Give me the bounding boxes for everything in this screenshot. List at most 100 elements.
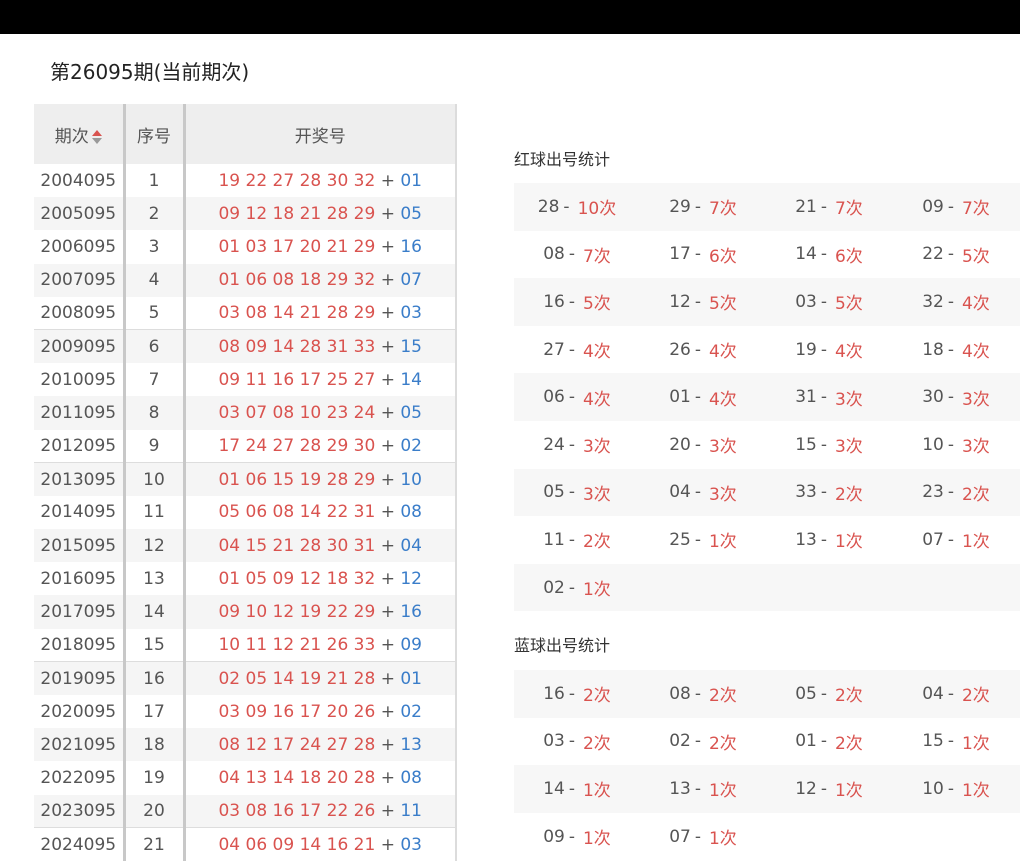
index-cell: 11 bbox=[122, 495, 186, 530]
stat-item: 04-3次 bbox=[640, 468, 766, 517]
occurrence-count: 3次 bbox=[582, 437, 611, 458]
red-balls: 01 06 08 18 29 32 bbox=[218, 270, 376, 291]
numbers-cell: 03 07 08 10 23 24 + 05 bbox=[184, 396, 457, 430]
period-cell: 2012095 bbox=[40, 435, 117, 456]
ball-number: 09 bbox=[922, 196, 944, 217]
index-cell: 15 bbox=[122, 628, 186, 662]
separator: - bbox=[568, 731, 575, 752]
occurrence-count: 5次 bbox=[961, 246, 990, 267]
occurrence-count: 3次 bbox=[834, 437, 863, 458]
stat-item: 23-2次 bbox=[892, 468, 1020, 517]
plus-sign: + bbox=[380, 402, 395, 423]
blue-ball: 02 bbox=[400, 701, 422, 722]
stat-item: 10-3次 bbox=[892, 421, 1020, 469]
occurrence-count: 2次 bbox=[961, 484, 990, 505]
blue-ball: 01 bbox=[400, 170, 422, 191]
red-balls: 09 11 16 17 25 27 bbox=[218, 369, 376, 390]
occurrence-count: 1次 bbox=[582, 781, 611, 802]
separator: - bbox=[568, 291, 575, 312]
red-balls: 02 05 14 19 21 28 bbox=[218, 668, 376, 689]
sort-arrows-icon[interactable] bbox=[91, 129, 102, 144]
red-balls: 01 06 15 19 28 29 bbox=[218, 469, 376, 490]
period-column-header[interactable]: 期次 bbox=[34, 104, 124, 164]
draw-history-table: 期次 序号 开奖号 2004095 1 19 22 27 28 30 32 + 01… bbox=[34, 104, 457, 861]
stat-item: 14-1次 bbox=[514, 765, 640, 813]
separator: - bbox=[947, 778, 954, 799]
numbers-cell: 01 06 08 18 29 32 + 07 bbox=[184, 263, 457, 297]
plus-sign: + bbox=[380, 203, 395, 224]
ball-number: 28 bbox=[537, 196, 560, 217]
period-header-label: 期次 bbox=[54, 126, 89, 147]
plus-sign: + bbox=[380, 170, 395, 191]
separator: - bbox=[694, 683, 701, 704]
period-cell: 2020095 bbox=[40, 701, 117, 722]
occurrence-count: 3次 bbox=[582, 484, 611, 505]
ball-number: 04 bbox=[669, 482, 691, 503]
occurrence-count: 3次 bbox=[708, 484, 737, 505]
table-row: 2022095 19 04 13 14 18 20 28 + 08 bbox=[34, 761, 457, 795]
separator: - bbox=[694, 244, 701, 265]
stat-item: 21-7次 bbox=[766, 183, 892, 231]
table-row: 2005095 2 09 12 18 21 28 29 + 05 bbox=[34, 197, 457, 231]
numbers-cell: 01 05 09 12 18 32 + 12 bbox=[184, 562, 457, 596]
separator: - bbox=[947, 291, 954, 312]
separator: - bbox=[568, 482, 575, 503]
occurrence-count: 4次 bbox=[834, 342, 863, 363]
blue-ball: 12 bbox=[400, 568, 422, 589]
ball-number: 12 bbox=[669, 291, 691, 312]
blue-ball: 08 bbox=[400, 502, 422, 523]
red-balls: 08 09 14 28 31 33 bbox=[218, 336, 376, 357]
separator: - bbox=[568, 529, 575, 550]
occurrence-count: 1次 bbox=[708, 781, 737, 802]
stat-item: 14-6次 bbox=[766, 231, 892, 279]
blue-ball: 05 bbox=[400, 402, 422, 423]
red-balls: 19 22 27 28 30 32 bbox=[218, 170, 376, 191]
red-balls: 01 03 17 20 21 29 bbox=[218, 236, 376, 257]
occurrence-count: 3次 bbox=[961, 389, 990, 410]
occurrence-count: 5次 bbox=[582, 294, 611, 315]
table-row: 2014095 11 05 06 08 14 22 31 + 08 bbox=[34, 495, 457, 530]
numbers-cell: 02 05 14 19 21 28 + 01 bbox=[184, 661, 457, 695]
numbers-cell: 04 13 14 18 20 28 + 08 bbox=[184, 761, 457, 795]
ball-number: 17 bbox=[669, 244, 691, 265]
occurrence-count: 7次 bbox=[961, 199, 990, 220]
blue-ball: 11 bbox=[400, 800, 422, 821]
ball-number: 07 bbox=[922, 529, 944, 550]
empty-cell bbox=[766, 563, 892, 612]
index-cell: 18 bbox=[122, 728, 186, 762]
ball-number: 24 bbox=[543, 434, 565, 455]
period-cell: 2019095 bbox=[34, 661, 124, 695]
occurrence-count: 1次 bbox=[582, 580, 611, 601]
ball-number: 21 bbox=[795, 196, 817, 217]
separator: - bbox=[947, 339, 954, 360]
blue-ball: 05 bbox=[400, 203, 422, 224]
index-cell: 17 bbox=[122, 695, 186, 729]
table-body: 2004095 1 19 22 27 28 30 32 + 01 2005095 2 09… bbox=[34, 164, 457, 861]
stat-item: 33-2次 bbox=[766, 468, 892, 517]
ball-number: 09 bbox=[543, 826, 565, 847]
index-cell: 12 bbox=[122, 529, 186, 563]
occurrence-count: 2次 bbox=[961, 686, 990, 707]
empty-cell bbox=[766, 813, 892, 861]
occurrence-count: 3次 bbox=[708, 437, 737, 458]
stat-item: 15-1次 bbox=[892, 718, 1020, 766]
index-cell: 2 bbox=[122, 197, 186, 231]
separator: - bbox=[820, 196, 827, 217]
top-bar bbox=[0, 0, 1020, 34]
occurrence-count: 7次 bbox=[582, 246, 611, 267]
period-cell: 2021095 bbox=[34, 728, 124, 762]
separator: - bbox=[568, 577, 575, 598]
occurrence-count: 2次 bbox=[582, 532, 611, 553]
stat-item: 20-3次 bbox=[640, 421, 766, 469]
occurrence-count: 1次 bbox=[834, 532, 863, 553]
blue-ball: 08 bbox=[400, 767, 422, 788]
stat-item: 08-2次 bbox=[640, 670, 766, 718]
period-cell: 2008095 bbox=[40, 303, 117, 324]
table-row: 2007095 4 01 06 08 18 29 32 + 07 bbox=[34, 263, 457, 297]
ball-number: 16 bbox=[543, 683, 565, 704]
separator: - bbox=[694, 196, 701, 217]
plus-sign: + bbox=[380, 701, 395, 722]
index-cell: 13 bbox=[122, 562, 186, 596]
separator: - bbox=[820, 482, 827, 503]
occurrence-count: 4次 bbox=[708, 389, 737, 410]
